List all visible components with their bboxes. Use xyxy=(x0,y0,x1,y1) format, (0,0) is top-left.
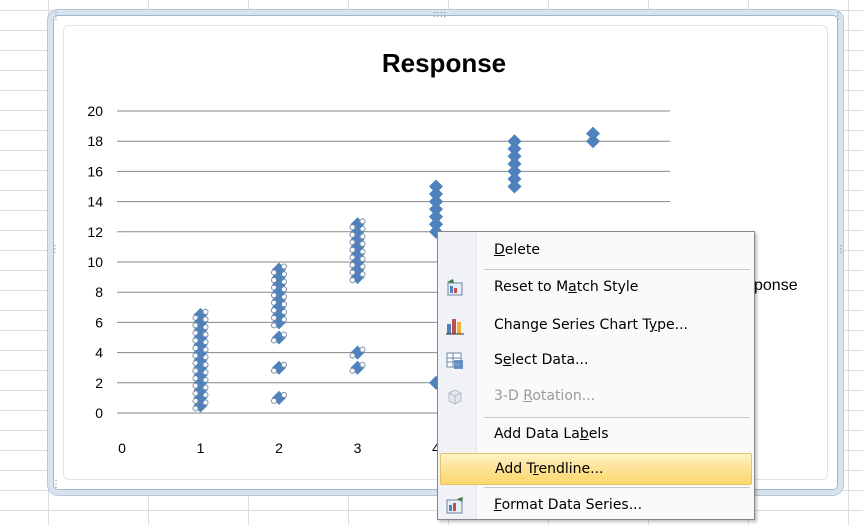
reset-style-icon xyxy=(445,278,465,298)
selection-handle xyxy=(271,367,277,374)
format-series-icon xyxy=(445,496,465,516)
selection-handle xyxy=(192,322,199,329)
selection-handle xyxy=(349,262,356,268)
selection-handle xyxy=(192,405,199,412)
x-axis-labels[interactable]: 01234 xyxy=(118,440,440,456)
selection-handle xyxy=(359,218,366,225)
menu-separator xyxy=(484,487,750,488)
selection-handle xyxy=(281,361,287,368)
selection-handle xyxy=(349,246,356,253)
y-tick-label: 4 xyxy=(95,345,103,361)
selection-handle xyxy=(192,390,199,397)
selection-handle xyxy=(349,224,356,231)
x-tick-label: 3 xyxy=(354,440,362,456)
chart-type-icon xyxy=(445,316,465,336)
y-tick-label: 12 xyxy=(87,224,103,240)
selection-handle xyxy=(271,269,277,276)
y-tick-label: 2 xyxy=(95,375,103,391)
y-tick-label: 18 xyxy=(87,133,103,149)
menu-separator xyxy=(484,417,750,418)
x-tick-label: 2 xyxy=(275,440,283,456)
menu-item-reset-to-match-style[interactable]: Reset to Match Style xyxy=(440,272,752,304)
context-menu[interactable]: Delete Reset to Match Style Change Serie… xyxy=(437,231,755,520)
selection-handle xyxy=(281,301,287,308)
menu-item-label: Reset to Match Style xyxy=(494,279,639,295)
menu-item-3d-rotation: 3-D Rotation... xyxy=(440,381,752,413)
selection-handle xyxy=(271,292,277,299)
selection-handle xyxy=(192,352,199,359)
y-tick-label: 10 xyxy=(87,254,103,270)
x-tick-label: 1 xyxy=(197,440,205,456)
selection-handle xyxy=(281,263,287,270)
data-point-marker[interactable] xyxy=(429,179,443,194)
selection-handle xyxy=(271,307,277,314)
menu-item-label: Add Data Labels xyxy=(494,426,609,442)
menu-item-label: Delete xyxy=(494,242,540,258)
selection-handle xyxy=(192,337,199,344)
selection-handle xyxy=(192,397,199,404)
selection-handle xyxy=(202,361,209,368)
menu-item-label: 3-D Rotation... xyxy=(494,388,596,404)
data-point-marker[interactable] xyxy=(429,217,443,232)
menu-item-add-trendline[interactable]: Add Trendline... xyxy=(440,453,752,485)
data-point-marker[interactable] xyxy=(507,134,522,149)
y-tick-label: 20 xyxy=(87,103,103,119)
menu-item-label: Format Data Series... xyxy=(494,497,643,513)
menu-item-change-series-chart-type[interactable]: Change Series Chart Type... xyxy=(440,310,752,342)
x-tick-label: 0 xyxy=(118,440,126,456)
selection-handle xyxy=(192,375,199,382)
selection-handle xyxy=(271,277,277,284)
selection-handle xyxy=(271,397,277,404)
selection-handle xyxy=(349,269,356,276)
selection-handle xyxy=(281,331,287,338)
selection-handle xyxy=(359,256,366,262)
menu-item-label: Change Series Chart Type... xyxy=(494,317,689,333)
menu-item-format-data-series[interactable]: Format Data Series... xyxy=(440,490,752,522)
y-axis-labels[interactable]: 0 2 4 6 8 10 12 14 16 18 20 xyxy=(87,103,103,421)
menu-item-delete[interactable]: Delete xyxy=(440,235,752,267)
selection-handle xyxy=(202,316,209,323)
selection-handle xyxy=(281,286,287,293)
selection-handle xyxy=(192,382,199,389)
menu-separator xyxy=(484,269,750,270)
menu-item-add-data-labels[interactable]: Add Data Labels xyxy=(440,419,752,451)
selection-handle xyxy=(349,231,356,238)
y-tick-label: 16 xyxy=(87,163,103,179)
3d-rotation-icon xyxy=(445,387,465,407)
selection-handle xyxy=(202,331,209,338)
selection-handle xyxy=(271,314,277,321)
selection-handle xyxy=(271,322,277,329)
y-tick-label: 8 xyxy=(95,284,103,300)
data-point-marker[interactable] xyxy=(586,126,600,141)
selection-handle xyxy=(192,367,199,374)
data-point-marker[interactable] xyxy=(429,194,443,209)
menu-item-select-data[interactable]: Select Data... xyxy=(440,345,752,377)
selection-handle xyxy=(271,337,277,344)
selection-handle xyxy=(359,346,366,353)
selection-handle xyxy=(359,361,366,368)
y-tick-label: 0 xyxy=(95,405,103,421)
y-tick-label: 14 xyxy=(87,194,103,210)
selection-handle xyxy=(349,277,356,284)
selection-handle xyxy=(359,240,366,247)
selection-handle xyxy=(349,352,356,359)
menu-item-label: Select Data... xyxy=(494,352,589,368)
select-data-icon xyxy=(445,351,465,371)
selection-handle xyxy=(281,391,287,398)
selection-handle xyxy=(349,367,356,374)
selection-handle xyxy=(202,308,209,315)
selection-handle xyxy=(192,345,199,352)
y-tick-label: 6 xyxy=(95,314,103,330)
menu-item-label: Add Trendline... xyxy=(495,461,604,477)
chart-title[interactable]: Response xyxy=(382,48,506,78)
